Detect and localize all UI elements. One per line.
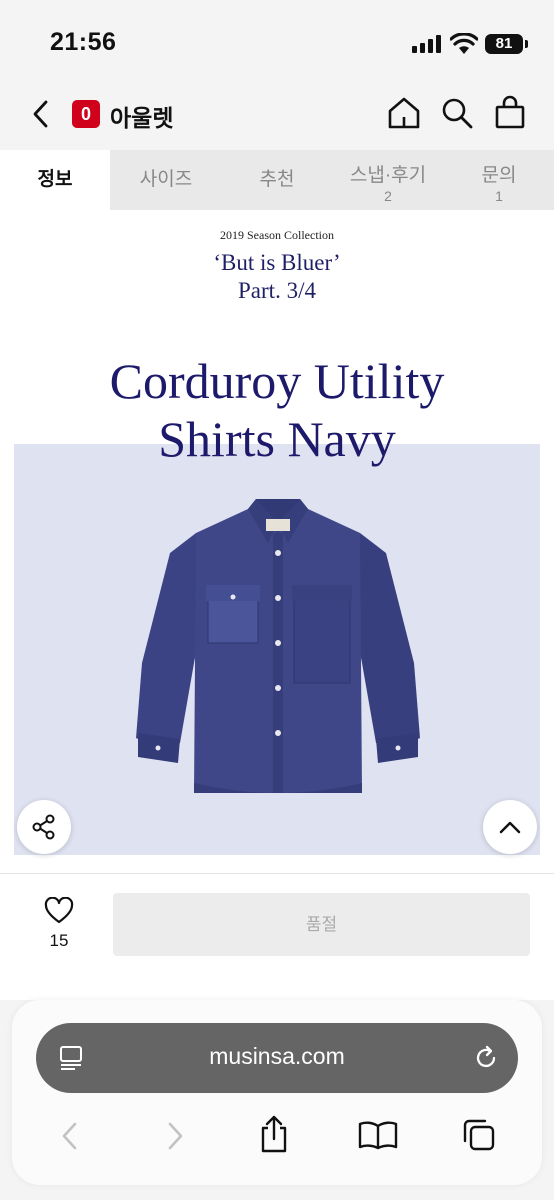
back-icon[interactable]: [60, 1121, 80, 1151]
headline-line-1: Corduroy Utility: [109, 353, 445, 409]
tab-inquiry[interactable]: 문의 1: [444, 150, 554, 210]
share-button[interactable]: [17, 800, 71, 854]
wifi-icon: [450, 33, 478, 54]
tab-size[interactable]: 사이즈: [110, 150, 222, 210]
back-chevron-icon[interactable]: [32, 100, 50, 128]
reload-icon[interactable]: [472, 1044, 500, 1072]
product-shirt-image: [136, 499, 420, 793]
season-label: 2019 Season Collection: [220, 228, 334, 242]
url-text: musinsa.com: [209, 1043, 345, 1069]
soldout-button[interactable]: 품절: [113, 893, 530, 956]
chevron-up-icon: [499, 821, 521, 834]
tab-label: 문의: [481, 165, 517, 186]
tab-count: 1: [495, 188, 503, 204]
tab-recommend[interactable]: 추천: [222, 150, 332, 210]
shopping-bag-icon[interactable]: [493, 95, 527, 131]
tab-count: 2: [384, 188, 392, 204]
collection-subtitle: ‘But is Bluer’: [213, 250, 341, 275]
forward-icon[interactable]: [165, 1121, 185, 1151]
search-icon[interactable]: [440, 96, 474, 130]
home-icon[interactable]: [386, 95, 422, 131]
heart-icon[interactable]: [44, 897, 74, 925]
share-icon: [32, 814, 55, 840]
scroll-top-button[interactable]: [483, 800, 537, 854]
like-count: 15: [49, 931, 69, 950]
tab-info[interactable]: 정보: [0, 150, 110, 210]
headline-line-2: Shirts Navy: [158, 411, 396, 467]
collection-part: Part. 3/4: [238, 278, 316, 303]
tab-snap-review[interactable]: 스냅·후기 2: [332, 150, 444, 210]
page-title: 아울렛: [110, 105, 174, 131]
brand-logo: 0: [72, 100, 100, 128]
status-time: 21:56: [50, 28, 117, 56]
share-sheet-icon[interactable]: [258, 1114, 290, 1154]
tab-label: 스냅·후기: [349, 165, 427, 186]
bookmarks-icon[interactable]: [358, 1120, 398, 1150]
product-headline: Corduroy Utility Shirts Navy: [0, 352, 554, 468]
signal-icon: [412, 35, 441, 53]
battery-indicator: 81: [485, 34, 528, 54]
tabs-icon[interactable]: [461, 1118, 497, 1152]
